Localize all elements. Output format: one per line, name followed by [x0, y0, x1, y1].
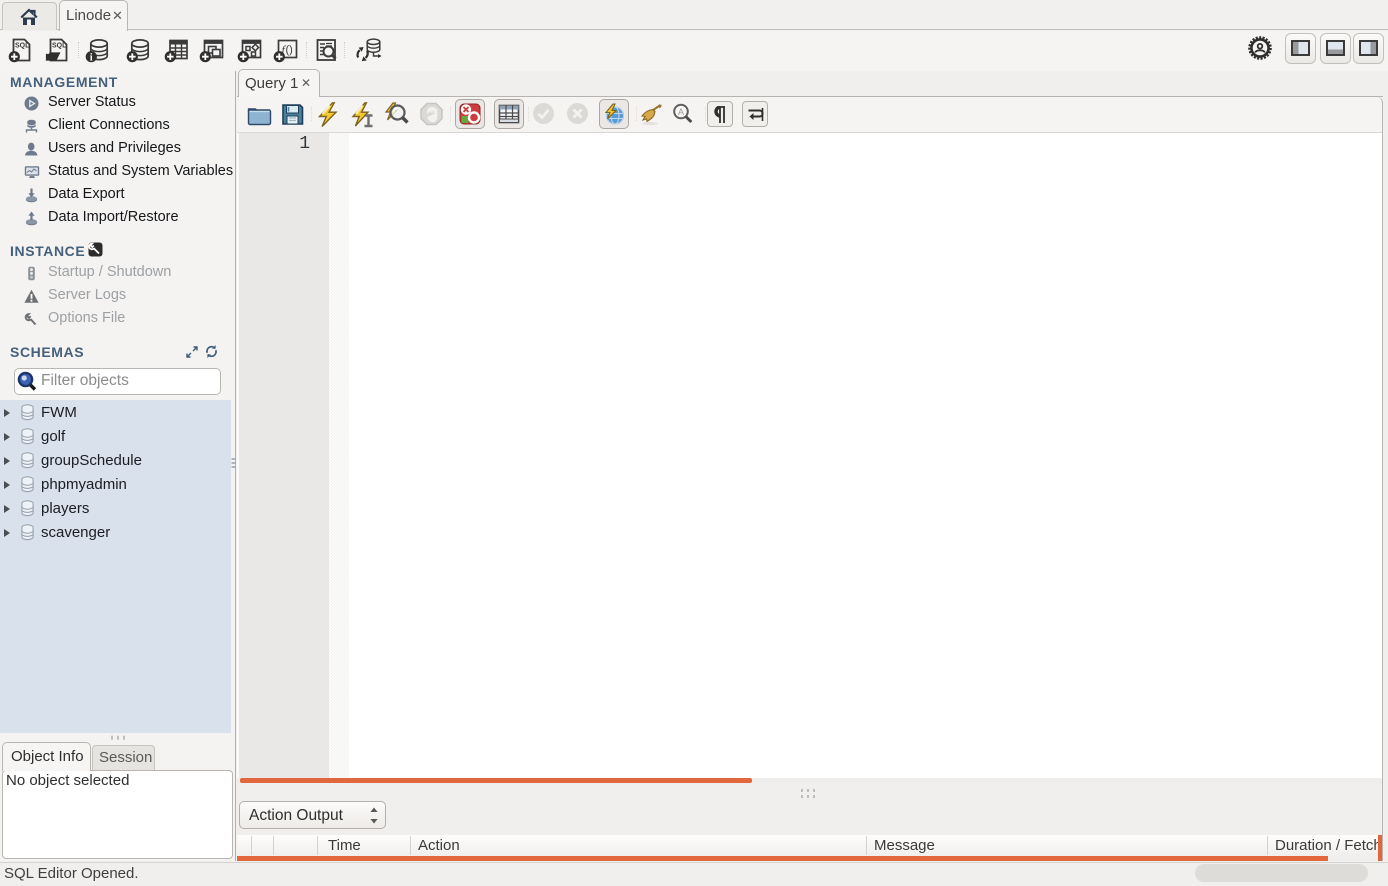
svg-text:SQL: SQL [15, 43, 30, 50]
svg-text:i: i [90, 53, 93, 63]
svg-text:(): () [286, 44, 293, 56]
svg-text:A: A [678, 107, 684, 117]
svg-text:SQL: SQL [52, 43, 67, 50]
